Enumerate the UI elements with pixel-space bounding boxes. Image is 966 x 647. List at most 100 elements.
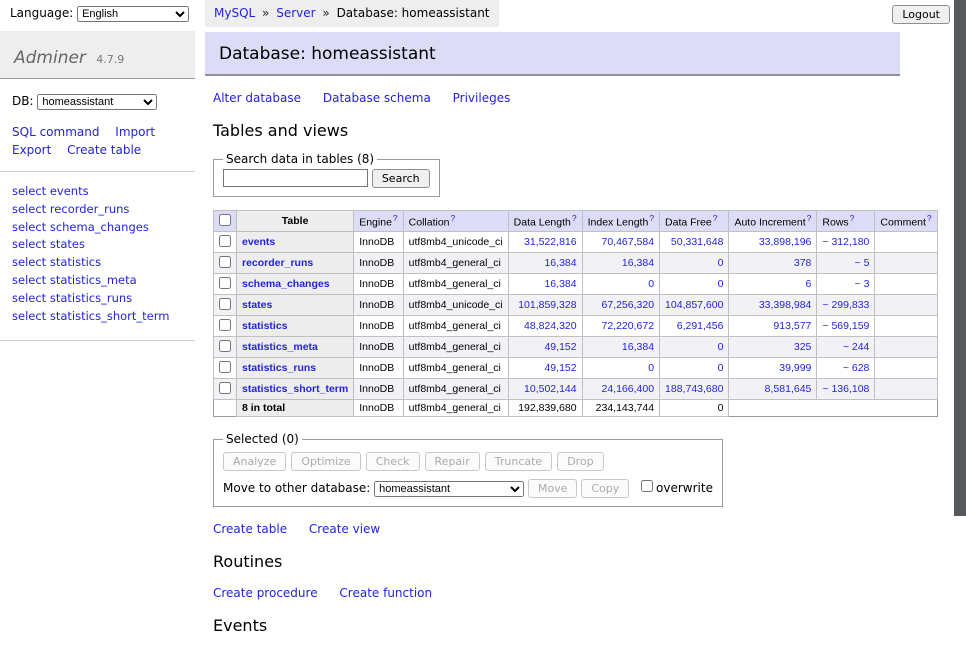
column-help-link[interactable]: ? [649, 213, 654, 223]
row-checkbox[interactable] [219, 382, 231, 394]
column-help-link[interactable]: ? [451, 213, 456, 223]
vertical-scrollbar[interactable] [954, 0, 966, 543]
data-free-link[interactable]: 6,291,456 [677, 320, 724, 332]
db-select[interactable]: homeassistant [37, 94, 157, 110]
table-link-schema-changes[interactable]: schema_changes [242, 278, 330, 290]
rows-link[interactable]: ~ 244 [843, 341, 870, 353]
data-length-link[interactable]: 16,384 [544, 278, 576, 290]
rows-link[interactable]: ~ 569,159 [822, 320, 869, 332]
row-checkbox[interactable] [219, 361, 231, 373]
index-length-link[interactable]: 72,220,672 [601, 320, 654, 332]
adminer-logo-link[interactable]: Adminer [14, 48, 86, 68]
data-length-link[interactable]: 10,502,144 [524, 383, 577, 395]
column-help-link[interactable]: ? [807, 213, 812, 223]
index-length-link[interactable]: 70,467,584 [601, 236, 654, 248]
sidebar-select-link-select-recorder-runs[interactable]: select recorder_runs [12, 201, 183, 219]
logout-button[interactable]: Logout [892, 5, 950, 24]
create-link-create-view[interactable]: Create view [309, 522, 380, 536]
row-checkbox[interactable] [219, 340, 231, 352]
app-version-link[interactable]: 4.7.9 [96, 53, 124, 66]
sidebar-link-import[interactable]: Import [115, 125, 155, 139]
table-link-events[interactable]: events [242, 236, 275, 248]
search-button[interactable]: Search [372, 169, 430, 188]
sidebar-select-link-select-states[interactable]: select states [12, 236, 183, 254]
data-length-link[interactable]: 49,152 [544, 362, 576, 374]
table-link-statistics[interactable]: statistics [242, 320, 288, 332]
analyze-button[interactable]: Analyze [223, 452, 286, 471]
auto-increment-link[interactable]: 8,581,645 [765, 383, 812, 395]
rows-link[interactable]: ~ 3 [855, 278, 870, 290]
routine-link-create-procedure[interactable]: Create procedure [213, 586, 318, 600]
data-length-link[interactable]: 49,152 [544, 341, 576, 353]
index-length-link[interactable]: 67,256,320 [601, 299, 654, 311]
check-button[interactable]: Check [366, 452, 420, 471]
table-link-recorder-runs[interactable]: recorder_runs [242, 257, 313, 269]
rows-link[interactable]: ~ 5 [855, 257, 870, 269]
index-length-link[interactable]: 0 [648, 278, 654, 290]
db-action-link-alter-database[interactable]: Alter database [213, 91, 301, 105]
sidebar-select-link-select-schema-changes[interactable]: select schema_changes [12, 219, 183, 237]
move-button[interactable]: Move [528, 479, 578, 498]
scrollbar-thumb[interactable] [954, 0, 966, 516]
auto-increment-link[interactable]: 33,898,196 [759, 236, 812, 248]
select-all-checkbox[interactable] [219, 214, 231, 226]
rows-link[interactable]: ~ 299,833 [822, 299, 869, 311]
table-link-statistics-meta[interactable]: statistics_meta [242, 341, 318, 353]
sidebar-select-link-select-statistics-runs[interactable]: select statistics_runs [12, 290, 183, 308]
sidebar-link-create-table[interactable]: Create table [67, 143, 141, 157]
index-length-link[interactable]: 0 [648, 362, 654, 374]
data-length-link[interactable]: 31,522,816 [524, 236, 577, 248]
auto-increment-link[interactable]: 33,398,984 [759, 299, 812, 311]
row-checkbox[interactable] [219, 277, 231, 289]
auto-increment-link[interactable]: 6 [806, 278, 812, 290]
index-length-link[interactable]: 24,166,400 [601, 383, 654, 395]
auto-increment-link[interactable]: 378 [794, 257, 812, 269]
table-link-statistics-short-term[interactable]: statistics_short_term [242, 383, 348, 395]
drop-button[interactable]: Drop [557, 452, 603, 471]
copy-button[interactable]: Copy [581, 479, 629, 498]
sidebar-select-link-select-statistics-meta[interactable]: select statistics_meta [12, 272, 183, 290]
sidebar-select-link-select-events[interactable]: select events [12, 183, 183, 201]
auto-increment-link[interactable]: 325 [794, 341, 812, 353]
routine-link-create-function[interactable]: Create function [339, 586, 432, 600]
row-checkbox[interactable] [219, 319, 231, 331]
data-length-link[interactable]: 48,824,320 [524, 320, 577, 332]
row-checkbox[interactable] [219, 256, 231, 268]
column-help-link[interactable]: ? [713, 213, 718, 223]
index-length-link[interactable]: 16,384 [622, 341, 654, 353]
column-help-link[interactable]: ? [850, 213, 855, 223]
sidebar-link-export[interactable]: Export [12, 143, 51, 157]
data-free-link[interactable]: 0 [718, 257, 724, 269]
data-free-link[interactable]: 50,331,648 [671, 236, 724, 248]
sidebar-select-link-select-statistics-short-term[interactable]: select statistics_short_term [12, 308, 183, 326]
auto-increment-link[interactable]: 913,577 [773, 320, 811, 332]
search-input[interactable] [223, 169, 368, 187]
table-link-states[interactable]: states [242, 299, 272, 311]
sidebar-select-link-select-statistics[interactable]: select statistics [12, 254, 183, 272]
data-length-link[interactable]: 16,384 [544, 257, 576, 269]
row-checkbox[interactable] [219, 298, 231, 310]
data-free-link[interactable]: 188,743,680 [665, 383, 723, 395]
move-db-select[interactable]: homeassistant [374, 481, 524, 497]
column-help-link[interactable]: ? [572, 213, 577, 223]
db-action-link-database-schema[interactable]: Database schema [323, 91, 431, 105]
create-link-create-table[interactable]: Create table [213, 522, 287, 536]
truncate-button[interactable]: Truncate [485, 452, 552, 471]
repair-button[interactable]: Repair [425, 452, 480, 471]
optimize-button[interactable]: Optimize [291, 452, 360, 471]
rows-link[interactable]: ~ 312,180 [822, 236, 869, 248]
sidebar-link-sql-command[interactable]: SQL command [12, 125, 99, 139]
overwrite-checkbox[interactable] [641, 480, 653, 492]
table-link-statistics-runs[interactable]: statistics_runs [242, 362, 316, 374]
column-help-link[interactable]: ? [927, 213, 932, 223]
data-free-link[interactable]: 0 [718, 278, 724, 290]
breadcrumb-server-link[interactable]: Server [276, 6, 315, 20]
breadcrumb-mysql-link[interactable]: MySQL [214, 6, 255, 20]
data-free-link[interactable]: 0 [718, 362, 724, 374]
rows-link[interactable]: ~ 628 [843, 362, 870, 374]
data-length-link[interactable]: 101,859,328 [518, 299, 576, 311]
db-action-link-privileges[interactable]: Privileges [453, 91, 511, 105]
column-help-link[interactable]: ? [393, 213, 398, 223]
data-free-link[interactable]: 0 [718, 341, 724, 353]
language-select[interactable]: English [77, 6, 189, 22]
